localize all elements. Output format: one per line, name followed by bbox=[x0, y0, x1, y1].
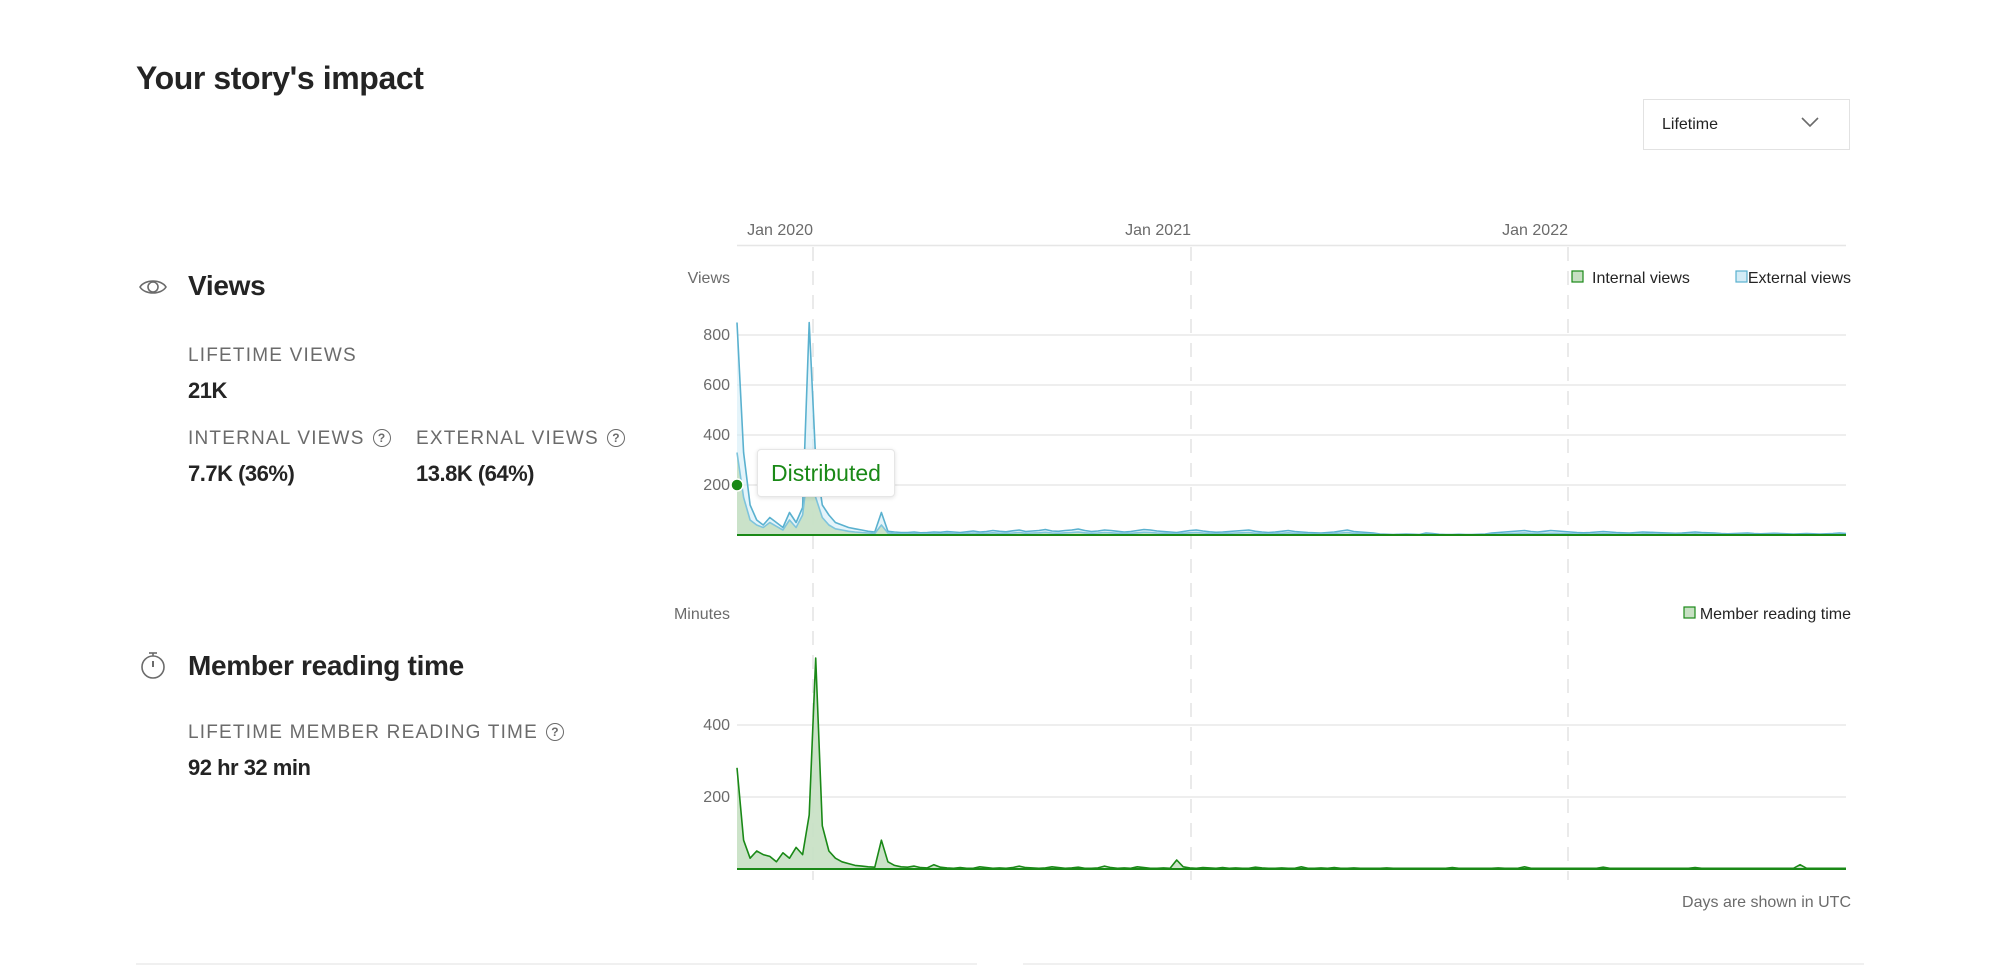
views-legend: Internal views External views bbox=[1571, 270, 1851, 287]
minutes-legend: Member reading time bbox=[1683, 606, 1851, 623]
y-tick-label: 600 bbox=[703, 377, 730, 394]
legend-label-reading: Member reading time bbox=[1700, 606, 1851, 623]
y-tick-label: 200 bbox=[703, 789, 730, 806]
utc-footnote: Days are shown in UTC bbox=[1682, 894, 1851, 911]
minutes-gridlines bbox=[737, 724, 1846, 798]
y-tick-label: 400 bbox=[703, 717, 730, 734]
series-area-external-views bbox=[737, 322, 1846, 535]
legend-swatch-internal bbox=[1571, 270, 1584, 283]
series-area-internal-views bbox=[737, 452, 1846, 535]
distributed-marker[interactable] bbox=[730, 478, 744, 492]
charts-canvas: Jan 2020 Jan 2021 Jan 2022 Views 200 400 6… bbox=[674, 222, 1851, 880]
views-series bbox=[736, 321, 1847, 536]
legend-swatch-reading bbox=[1683, 606, 1696, 619]
series-line-member-reading-time bbox=[736, 657, 1846, 870]
section-divider-left bbox=[136, 963, 977, 965]
views-y-ticks: 200 400 600 800 bbox=[703, 327, 730, 494]
legend-label-external: External views bbox=[1748, 270, 1851, 287]
minutes-series bbox=[736, 657, 1846, 870]
x-tick-label: Jan 2021 bbox=[1125, 222, 1191, 239]
y-tick-label: 400 bbox=[703, 427, 730, 444]
views-y-axis-title: Views bbox=[688, 270, 730, 287]
legend-label-internal: Internal views bbox=[1592, 270, 1690, 287]
views-gridlines bbox=[737, 334, 1846, 486]
y-tick-label: 200 bbox=[703, 477, 730, 494]
distributed-tooltip: Distributed bbox=[757, 449, 895, 497]
series-line-external-views bbox=[736, 321, 1847, 536]
x-tick-label: Jan 2020 bbox=[747, 222, 813, 239]
series-line-internal-views bbox=[736, 452, 1847, 536]
minutes-y-ticks: 200 400 bbox=[703, 717, 730, 806]
series-area-member-reading-time bbox=[737, 658, 1846, 869]
legend-swatch-external bbox=[1735, 270, 1748, 283]
x-axis: Jan 2020 Jan 2021 Jan 2022 bbox=[747, 222, 1568, 239]
vertical-gridlines bbox=[812, 247, 1569, 880]
minutes-y-axis-title: Minutes bbox=[674, 606, 730, 623]
section-divider-right bbox=[1023, 963, 1864, 965]
x-tick-label: Jan 2022 bbox=[1502, 222, 1568, 239]
y-tick-label: 800 bbox=[703, 327, 730, 344]
